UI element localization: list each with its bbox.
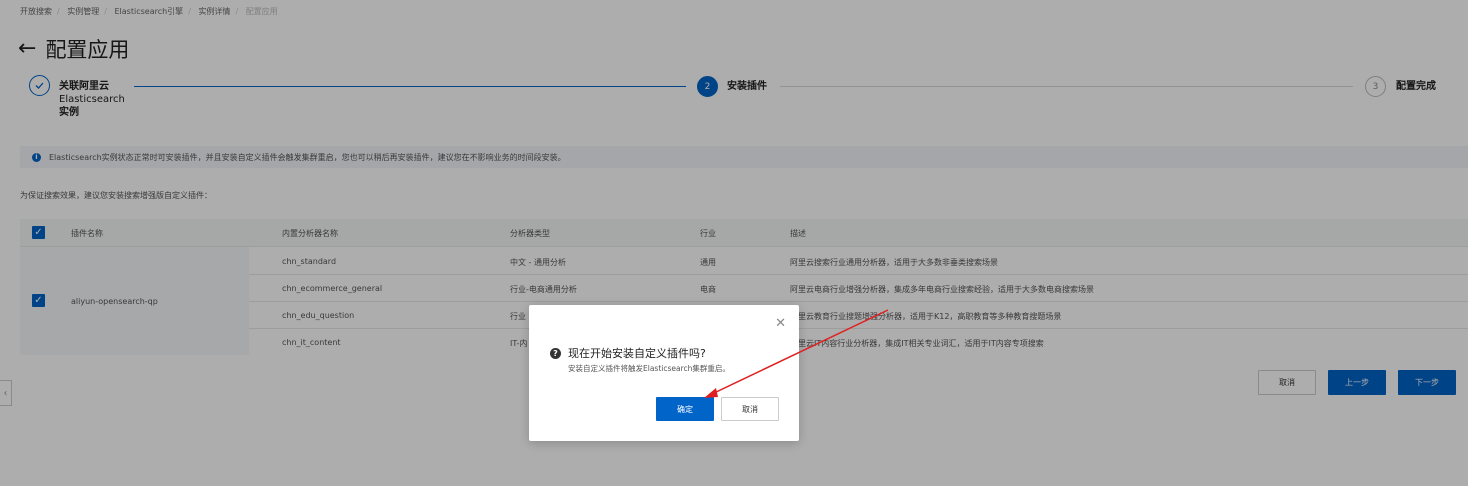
dialog-cancel-button[interactable]: 取消	[721, 397, 779, 421]
question-icon: ?	[550, 348, 561, 359]
dialog-title: 现在开始安装自定义插件吗?	[568, 347, 706, 360]
dialog-description: 安装自定义插件将触发Elasticsearch集群重启。	[568, 364, 730, 373]
close-icon[interactable]: ✕	[775, 317, 786, 330]
confirm-button[interactable]: 确定	[656, 397, 714, 421]
confirm-dialog: ✕ ? 现在开始安装自定义插件吗? 安装自定义插件将触发Elasticsearc…	[529, 305, 799, 441]
